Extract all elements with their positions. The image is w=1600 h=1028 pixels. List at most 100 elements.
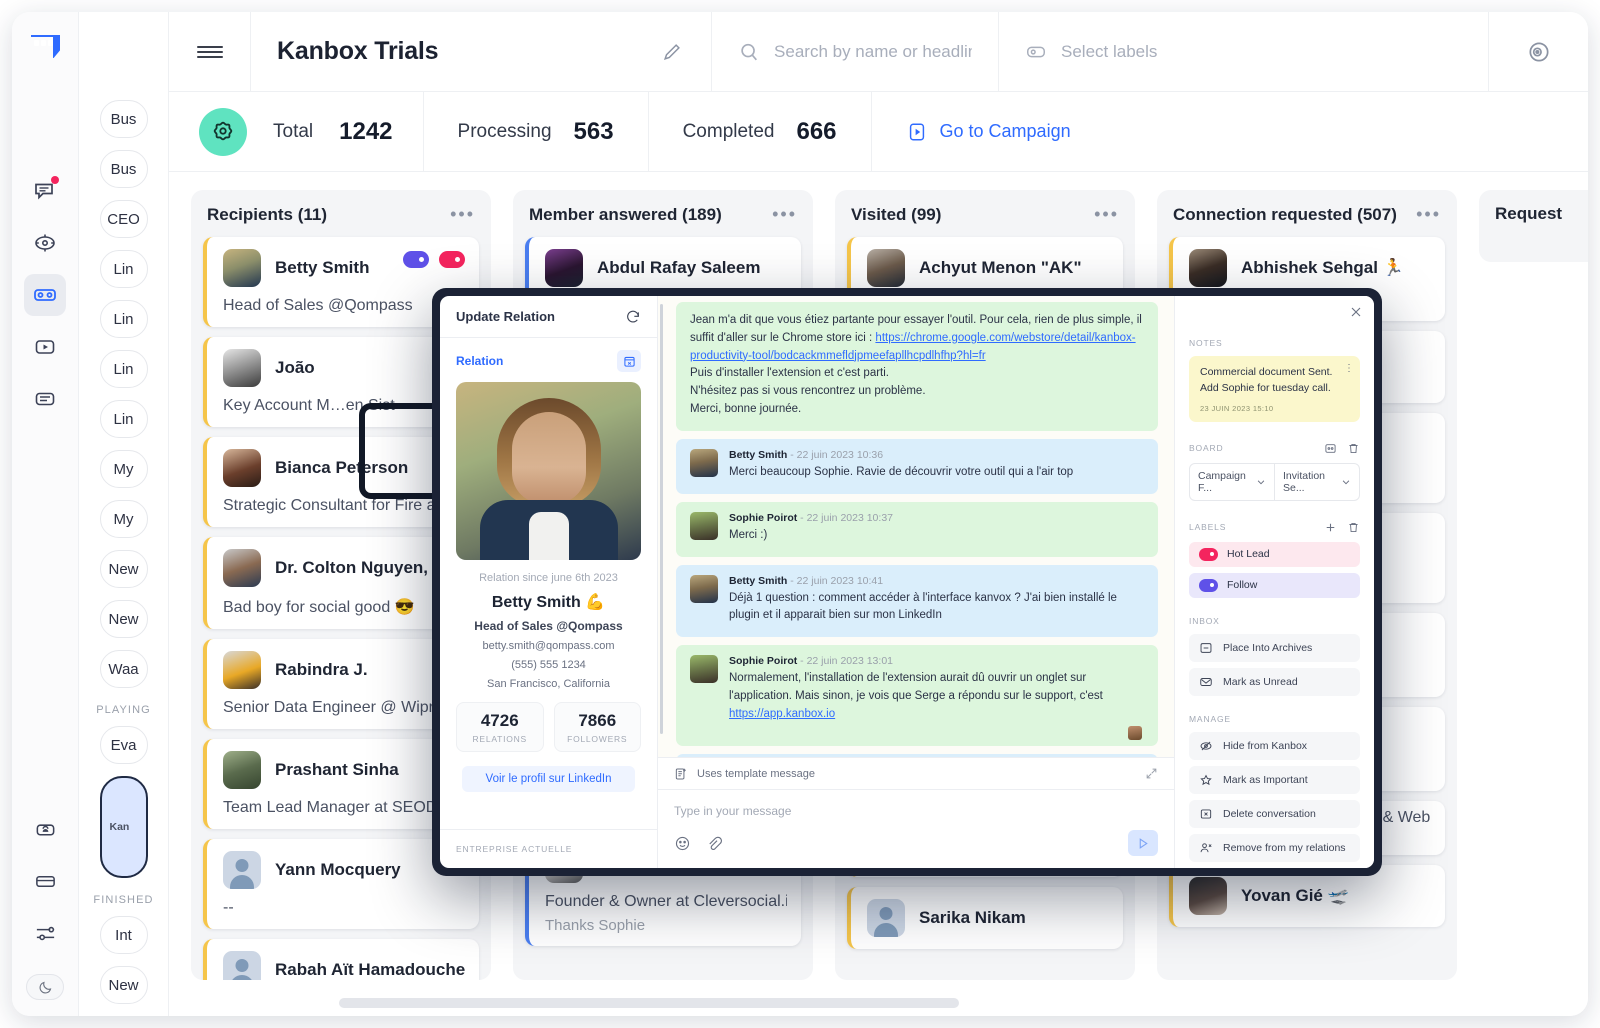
- menu-delete-conversation[interactable]: Delete conversation: [1189, 799, 1360, 828]
- go-to-campaign-link[interactable]: Go to Campaign: [872, 92, 1105, 171]
- close-icon[interactable]: [1348, 304, 1364, 320]
- note-date: 23 JUIN 2023 15:10: [1200, 403, 1274, 413]
- card-last-message: Thanks Sophie: [545, 917, 646, 934]
- trash-icon[interactable]: [1347, 521, 1360, 534]
- rail-item-kanban-icon[interactable]: [24, 274, 66, 316]
- rail-item-target-icon[interactable]: [24, 222, 66, 264]
- chip-item[interactable]: Waa: [99, 650, 148, 688]
- chip-item-int[interactable]: Int: [99, 916, 148, 954]
- message-bubble: Betty Smith - 22 juin 2023 10:41 Déjà 1 …: [676, 564, 1158, 638]
- table-row[interactable]: Rabah Aït Hamadouche: [203, 939, 479, 980]
- view-linkedin-profile-button[interactable]: Voir le profil sur LinkedIn: [462, 766, 635, 792]
- stat-label-completed: Completed: [682, 120, 775, 142]
- chip-item[interactable]: CEO: [99, 200, 148, 238]
- more-dots-icon[interactable]: •••: [772, 204, 797, 225]
- label-badge-follow[interactable]: [403, 251, 429, 268]
- chip-item-kan-selected[interactable]: Kan: [99, 776, 148, 878]
- delete-box-icon: [1199, 807, 1213, 821]
- pen-icon[interactable]: [661, 41, 683, 63]
- rail-item-notes-icon[interactable]: [24, 378, 66, 420]
- chip-item-eva[interactable]: Eva: [99, 726, 148, 764]
- message-input[interactable]: Type in your message: [658, 790, 1174, 818]
- use-template-button[interactable]: Uses template message: [658, 758, 1174, 790]
- card-name: Abdul Rafay Saleem: [597, 258, 761, 277]
- star-icon: [1199, 773, 1213, 787]
- menu-place-into-archives[interactable]: Place Into Archives: [1189, 633, 1360, 662]
- plus-icon[interactable]: [1324, 521, 1337, 534]
- chip-item[interactable]: My: [99, 500, 148, 538]
- card-name: Sarika Nikam: [919, 908, 1026, 927]
- board-horizontal-scrollbar[interactable]: [169, 998, 1588, 1008]
- go-to-campaign-label: Go to Campaign: [939, 121, 1071, 141]
- avatar: [223, 851, 261, 889]
- card-name: João: [275, 358, 315, 377]
- card-subtitle: Founder & Owner at Cleversocial.io (…: [545, 893, 787, 910]
- chip-item-new[interactable]: New: [99, 966, 148, 1004]
- chip-item[interactable]: Lin: [99, 400, 148, 438]
- chip-item[interactable]: Bus: [99, 150, 148, 188]
- tab-relation[interactable]: Relation: [456, 354, 503, 368]
- chip-item[interactable]: My: [99, 450, 148, 488]
- emoji-icon[interactable]: [674, 835, 691, 852]
- menu-remove-from-relations[interactable]: Remove from my relations: [1189, 833, 1360, 862]
- message-list[interactable]: Jean m'a dit que vous étiez partante pou…: [658, 296, 1174, 757]
- menu-hide-from-kanbox[interactable]: Hide from Kanbox: [1189, 731, 1360, 760]
- message-link[interactable]: https://app.kanbox.io: [729, 708, 835, 720]
- column-header: Request: [1491, 204, 1588, 224]
- stat-value-total: 1242: [339, 117, 393, 145]
- theme-toggle-moon-icon[interactable]: [26, 974, 64, 1000]
- rail-item-card-icon[interactable]: [24, 860, 66, 902]
- select-labels-placeholder: Select labels: [1061, 41, 1158, 61]
- note-card[interactable]: ⋮ Commercial document Sent. Add Sophie f…: [1189, 356, 1360, 422]
- step-select[interactable]: Invitation Se...: [1275, 462, 1360, 501]
- send-button[interactable]: [1128, 830, 1158, 856]
- more-dots-icon[interactable]: •••: [1416, 204, 1441, 225]
- avatar: [223, 349, 261, 387]
- message-scrollbar[interactable]: [660, 304, 663, 734]
- chip-item[interactable]: New: [99, 600, 148, 638]
- menu-toggle-button[interactable]: [169, 12, 252, 91]
- menu-label: Mark as Unread: [1223, 675, 1298, 688]
- template-icon: [674, 767, 688, 781]
- calendar-icon[interactable]: [617, 350, 641, 372]
- message-text: Merci beaucoup Sophie. Ravie de découvri…: [729, 465, 1074, 478]
- chip-item[interactable]: Lin: [99, 350, 148, 388]
- expand-icon[interactable]: [1145, 767, 1158, 780]
- menu-mark-as-important[interactable]: Mark as Important: [1189, 765, 1360, 794]
- chip-item[interactable]: Lin: [99, 300, 148, 338]
- card-subtitle: --: [223, 899, 234, 916]
- select-labels-dropdown[interactable]: Select labels: [998, 12, 1488, 91]
- gear-icon[interactable]: [199, 107, 247, 156]
- move-icon[interactable]: [1324, 442, 1337, 455]
- more-dots-icon[interactable]: •••: [1094, 204, 1119, 225]
- board-column-request: Request: [1479, 190, 1588, 262]
- label-follow[interactable]: Follow: [1189, 572, 1360, 598]
- campaign-select[interactable]: Campaign F...: [1189, 462, 1275, 501]
- rail-item-sliders-icon[interactable]: [24, 912, 66, 954]
- menu-mark-as-unread[interactable]: Mark as Unread: [1189, 667, 1360, 696]
- kanbox-logo[interactable]: [28, 32, 62, 60]
- column-header: Visited (99) •••: [847, 204, 1123, 225]
- rail-item-messages-icon[interactable]: [24, 170, 66, 212]
- stat-label-total: Total: [273, 120, 314, 142]
- section-label-board: BOARD: [1189, 442, 1360, 455]
- trash-icon[interactable]: [1347, 442, 1360, 455]
- stat-value-completed: 666: [796, 117, 837, 145]
- board-settings-target-icon[interactable]: [1488, 12, 1588, 91]
- paperclip-icon[interactable]: [705, 835, 722, 852]
- kebab-icon[interactable]: ⋮: [1344, 363, 1354, 374]
- chip-item[interactable]: Bus: [99, 100, 148, 138]
- label-hot-lead[interactable]: Hot Lead: [1189, 541, 1360, 567]
- stat-relations-value: 4726: [480, 711, 519, 730]
- refresh-icon[interactable]: [625, 309, 641, 325]
- table-row[interactable]: Sarika Nikam: [847, 887, 1123, 949]
- label-badge-hot-lead[interactable]: [439, 251, 465, 268]
- more-dots-icon[interactable]: •••: [450, 204, 475, 225]
- rail-item-campaign-icon[interactable]: [24, 326, 66, 368]
- template-label: Uses template message: [697, 767, 815, 780]
- chip-item[interactable]: Lin: [99, 250, 148, 288]
- profile-name: Betty Smith 💪: [491, 594, 606, 611]
- search-input[interactable]: [774, 41, 972, 62]
- chip-item[interactable]: New: [99, 550, 148, 588]
- rail-item-lock-icon[interactable]: [24, 808, 66, 850]
